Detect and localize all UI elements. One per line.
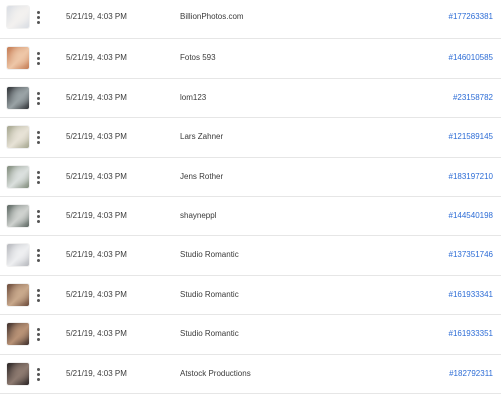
- more-vertical-icon[interactable]: [34, 129, 42, 146]
- license-date: 5/21/19, 4:03 PM: [66, 12, 127, 21]
- contributor-name: Lars Zahner: [180, 132, 224, 142]
- license-date: 5/21/19, 4:03 PM: [66, 92, 127, 102]
- more-vertical-icon[interactable]: [34, 9, 42, 26]
- list-item[interactable]: 5/21/19, 4:03 PM Jens Rother #183197210: [0, 158, 501, 197]
- asset-id-link[interactable]: #183197210: [449, 171, 494, 183]
- contributor-name: lom123: [180, 92, 207, 102]
- asset-id-link[interactable]: #23158782: [453, 92, 493, 104]
- asset-id-link[interactable]: #144540198: [449, 210, 494, 222]
- list-item[interactable]: 5/21/19, 4:03 PM Studio Romantic #161933…: [0, 276, 501, 316]
- contributor-name: Fotos 593: [180, 53, 216, 63]
- more-vertical-icon[interactable]: [34, 90, 42, 107]
- license-date: 5/21/19, 4:03 PM: [66, 368, 127, 378]
- contributor-name: shayneppl: [180, 210, 217, 220]
- contributor-name: BillionPhotos.com: [180, 12, 244, 21]
- contributor-name: Atstock Productions: [180, 368, 251, 378]
- more-vertical-icon[interactable]: [34, 50, 42, 67]
- photo-thumbnail-icon[interactable]: [7, 362, 29, 385]
- asset-id-link[interactable]: #182792311: [449, 368, 493, 380]
- more-vertical-icon[interactable]: [34, 326, 42, 343]
- list-item[interactable]: 5/21/19, 4:03 PM Studio Romantic #137351…: [0, 236, 501, 276]
- list-item[interactable]: 5/21/19, 4:03 PM Atstock Productions #18…: [0, 355, 501, 394]
- asset-id-link[interactable]: #161933341: [449, 289, 494, 301]
- more-vertical-icon[interactable]: [34, 366, 42, 383]
- photo-thumbnail-icon[interactable]: [7, 244, 29, 267]
- more-vertical-icon[interactable]: [34, 169, 42, 186]
- contributor-name: Jens Rother: [180, 171, 224, 181]
- more-vertical-icon[interactable]: [34, 247, 42, 264]
- license-date: 5/21/19, 4:03 PM: [66, 171, 127, 181]
- contributor-name: Studio Romantic: [180, 329, 239, 339]
- license-date: 5/21/19, 4:03 PM: [66, 53, 127, 63]
- license-date: 5/21/19, 4:03 PM: [66, 250, 127, 260]
- list-item[interactable]: 5/21/19, 4:03 PM lom123 #23158782: [0, 79, 501, 119]
- list-item[interactable]: 5/21/19, 4:03 PM shayneppl #144540198: [0, 197, 501, 237]
- asset-id-link[interactable]: #161933351: [449, 328, 494, 340]
- photo-thumbnail-icon[interactable]: [7, 126, 29, 149]
- more-vertical-icon[interactable]: [34, 287, 42, 304]
- photo-thumbnail-icon[interactable]: [7, 6, 29, 28]
- more-vertical-icon[interactable]: [34, 208, 42, 225]
- list-item[interactable]: 5/21/19, 4:03 PM Studio Romantic #161933…: [0, 315, 501, 355]
- license-date: 5/21/19, 4:03 PM: [66, 210, 127, 220]
- list-item[interactable]: 5/21/19, 4:03 PM Fotos 593 #146010585: [0, 39, 501, 79]
- photo-thumbnail-icon[interactable]: [7, 165, 29, 188]
- license-date: 5/21/19, 4:03 PM: [66, 329, 127, 339]
- license-date: 5/21/19, 4:03 PM: [66, 289, 127, 299]
- photo-thumbnail-icon[interactable]: [7, 204, 29, 227]
- contributor-name: Studio Romantic: [180, 289, 239, 299]
- asset-id-link[interactable]: #137351746: [449, 249, 494, 261]
- license-date: 5/21/19, 4:03 PM: [66, 132, 127, 142]
- asset-id-link[interactable]: #146010585: [449, 52, 494, 64]
- license-history-list: 5/21/19, 4:03 PM BillionPhotos.com #1772…: [0, 0, 501, 394]
- list-item[interactable]: 5/21/19, 4:03 PM Lars Zahner #121589145: [0, 118, 501, 158]
- photo-thumbnail-icon[interactable]: [7, 86, 29, 109]
- photo-thumbnail-icon[interactable]: [7, 283, 29, 306]
- photo-thumbnail-icon[interactable]: [7, 323, 29, 346]
- asset-id-link[interactable]: #177263381: [449, 11, 494, 23]
- contributor-name: Studio Romantic: [180, 250, 239, 260]
- asset-id-link[interactable]: #121589145: [449, 131, 494, 143]
- photo-thumbnail-icon[interactable]: [7, 47, 29, 70]
- list-item[interactable]: 5/21/19, 4:03 PM BillionPhotos.com #1772…: [0, 0, 501, 40]
